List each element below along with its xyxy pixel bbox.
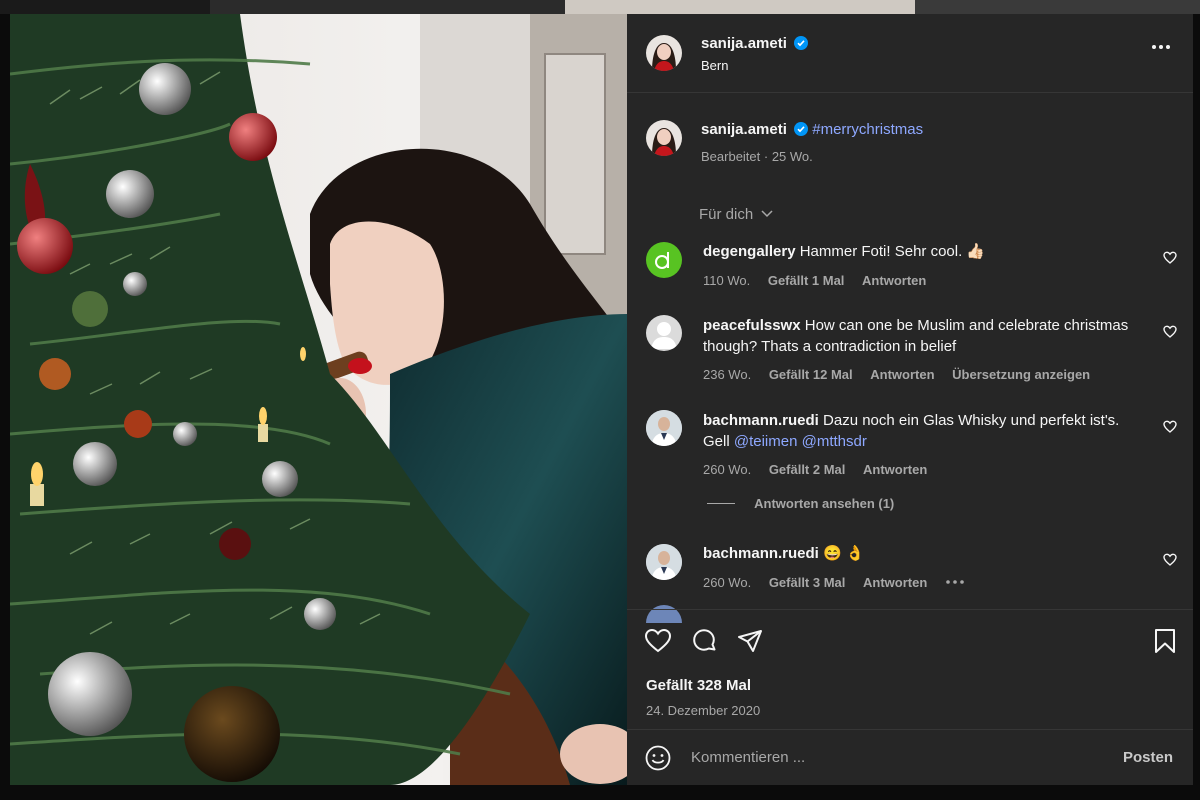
comment-item: peacefulsswx How can one be Muslim and c… xyxy=(627,301,1193,382)
post-modal: sanija.ameti Bern sanija.ameti #merrychr… xyxy=(10,14,1193,785)
view-replies-label: Antworten ansehen (1) xyxy=(754,496,895,511)
reply-button[interactable]: Antworten xyxy=(863,462,927,477)
view-replies-button[interactable]: Antworten ansehen (1) xyxy=(707,496,894,511)
comment-composer: Kommentieren ... Posten xyxy=(627,729,1193,786)
like-comment-heart-icon[interactable] xyxy=(1163,553,1177,567)
post-header: sanija.ameti Bern xyxy=(627,14,1193,93)
author-avatar[interactable] xyxy=(646,35,682,71)
commenter-username[interactable]: bachmann.ruedi xyxy=(703,545,819,562)
chevron-down-icon xyxy=(761,210,773,218)
caption-meta: Bearbeitet · 25 Wo. xyxy=(701,149,813,164)
replies-divider xyxy=(707,503,735,504)
commenter-avatar[interactable] xyxy=(646,544,682,580)
commenter-username[interactable]: bachmann.ruedi xyxy=(703,412,819,429)
mention-link[interactable]: @teiimen xyxy=(734,433,798,450)
comment-item: bachmann.ruedi Dazu noch ein Glas Whisky… xyxy=(627,396,1193,511)
commenter-avatar[interactable] xyxy=(646,242,682,278)
translate-button[interactable]: Übersetzung anzeigen xyxy=(952,367,1090,382)
comment-icon[interactable] xyxy=(690,627,718,655)
background-feed-strip xyxy=(0,0,1200,14)
comment-age[interactable]: 236 Wo. xyxy=(703,367,751,382)
commenter-username[interactable]: peacefulsswx xyxy=(703,317,801,334)
comment-sort-dropdown[interactable]: Für dich xyxy=(699,206,773,223)
reply-button[interactable]: Antworten xyxy=(870,367,934,382)
emoji-icon[interactable] xyxy=(645,745,671,771)
post-location[interactable]: Bern xyxy=(701,58,728,73)
share-icon[interactable] xyxy=(736,627,764,655)
post-comment-button[interactable]: Posten xyxy=(1123,749,1173,766)
post-photo[interactable] xyxy=(10,14,627,785)
comment-age[interactable]: 260 Wo. xyxy=(703,462,751,477)
background-thumbnail xyxy=(210,0,565,14)
caption-username[interactable]: sanija.ameti xyxy=(701,121,787,138)
like-comment-heart-icon[interactable] xyxy=(1163,325,1177,339)
background-thumbnail xyxy=(565,0,915,14)
comments-list[interactable]: sanija.ameti #merrychristmas Bearbeitet … xyxy=(627,93,1193,623)
more-options-icon[interactable] xyxy=(1151,44,1171,50)
comment-likes[interactable]: Gefällt 12 Mal xyxy=(769,367,853,382)
comment-likes[interactable]: Gefällt 1 Mal xyxy=(768,273,845,288)
reply-button[interactable]: Antworten xyxy=(863,575,927,590)
comment-age[interactable]: 110 Wo. xyxy=(703,273,750,288)
like-heart-icon[interactable] xyxy=(644,627,672,655)
comment-item: degengallery Hammer Foti! Sehr cool. 👍🏻 … xyxy=(627,239,1193,299)
verified-badge-icon xyxy=(794,36,809,50)
like-comment-heart-icon[interactable] xyxy=(1163,420,1177,434)
like-comment-heart-icon[interactable] xyxy=(1163,251,1177,265)
likes-count[interactable]: Gefällt 328 Mal xyxy=(646,677,751,694)
comment-likes[interactable]: Gefällt 3 Mal xyxy=(769,575,846,590)
hashtag-link[interactable]: #merrychristmas xyxy=(812,121,923,138)
comment-more-icon[interactable] xyxy=(945,579,965,585)
comment-sort-label: Für dich xyxy=(699,206,754,223)
mention-link[interactable]: @mtthsdr xyxy=(802,433,867,450)
caption: sanija.ameti #merrychristmas Bearbeitet … xyxy=(627,117,1193,177)
commenter-avatar[interactable] xyxy=(646,315,682,351)
post-date[interactable]: 24. Dezember 2020 xyxy=(646,703,760,718)
verified-badge-icon xyxy=(794,122,809,136)
comment-input[interactable]: Kommentieren ... xyxy=(691,749,805,766)
comment-text: 😄 👌 xyxy=(823,545,865,562)
save-bookmark-icon[interactable] xyxy=(1151,627,1179,655)
commenter-avatar[interactable] xyxy=(646,410,682,446)
author-avatar[interactable] xyxy=(646,120,682,156)
post-side-panel: sanija.ameti Bern sanija.ameti #merrychr… xyxy=(627,14,1193,785)
comment-likes[interactable]: Gefällt 2 Mal xyxy=(769,462,846,477)
comment-text: Hammer Foti! Sehr cool. 👍🏻 xyxy=(799,243,986,260)
commenter-username[interactable]: degengallery xyxy=(703,243,796,260)
background-thumbnail xyxy=(915,0,1200,14)
reply-button[interactable]: Antworten xyxy=(862,273,926,288)
comment-item: bachmann.ruedi 😄 👌 260 Wo. Gefällt 3 Mal… xyxy=(627,541,1193,601)
comment-age[interactable]: 260 Wo. xyxy=(703,575,751,590)
author-username[interactable]: sanija.ameti xyxy=(701,35,787,52)
